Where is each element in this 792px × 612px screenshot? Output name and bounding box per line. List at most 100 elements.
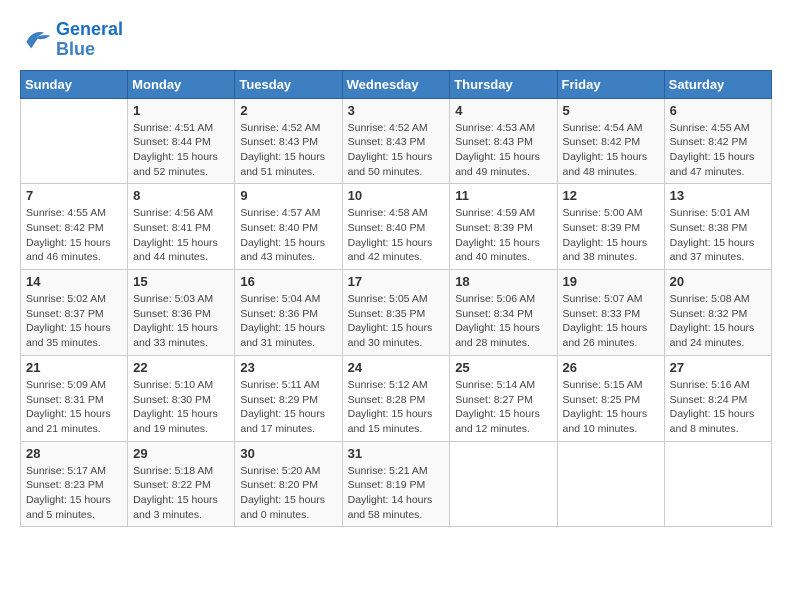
week-row-4: 21 Sunrise: 5:09 AM Sunset: 8:31 PM Dayli…: [21, 355, 772, 441]
col-header-sunday: Sunday: [21, 70, 128, 98]
calendar-cell: 26Sunrise: 5:15 AM Sunset: 8:25 PM Dayli…: [557, 355, 664, 441]
day-info: Sunrise: 5:21 AM Sunset: 8:19 PM Dayligh…: [348, 464, 445, 523]
calendar-cell: 31 Sunrise: 5:21 AM Sunset: 8:19 PM Dayli…: [342, 441, 450, 527]
day-number: 28: [26, 446, 122, 461]
day-info: Sunrise: 5:03 AM Sunset: 8:36 PM Dayligh…: [133, 292, 229, 351]
day-info: Sunrise: 5:01 AM Sunset: 8:38 PM Dayligh…: [670, 206, 766, 265]
day-number: 2: [240, 103, 336, 118]
calendar-cell: 2 Sunrise: 4:52 AM Sunset: 8:43 PM Daylig…: [235, 98, 342, 184]
day-info: Sunrise: 4:55 AM Sunset: 8:42 PM Dayligh…: [670, 121, 766, 180]
col-header-wednesday: Wednesday: [342, 70, 450, 98]
calendar-cell: 25 Sunrise: 5:14 AM Sunset: 8:27 PM Dayli…: [450, 355, 557, 441]
calendar-cell: 30Sunrise: 5:20 AM Sunset: 8:20 PM Dayli…: [235, 441, 342, 527]
calendar-cell: 21 Sunrise: 5:09 AM Sunset: 8:31 PM Dayli…: [21, 355, 128, 441]
calendar-cell: 18 Sunrise: 5:06 AM Sunset: 8:34 PM Dayli…: [450, 270, 557, 356]
day-number: 17: [348, 274, 445, 289]
calendar-cell: 23Sunrise: 5:11 AM Sunset: 8:29 PM Dayli…: [235, 355, 342, 441]
day-info: Sunrise: 4:52 AM Sunset: 8:43 PM Dayligh…: [240, 121, 336, 180]
calendar-cell: 16 Sunrise: 5:04 AM Sunset: 8:36 PM Dayli…: [235, 270, 342, 356]
day-number: 6: [670, 103, 766, 118]
col-header-tuesday: Tuesday: [235, 70, 342, 98]
calendar-cell: 6 Sunrise: 4:55 AM Sunset: 8:42 PM Daylig…: [664, 98, 771, 184]
day-number: 10: [348, 188, 445, 203]
day-number: 20: [670, 274, 766, 289]
day-info: Sunrise: 5:02 AM Sunset: 8:37 PM Dayligh…: [26, 292, 122, 351]
day-number: 27: [670, 360, 766, 375]
day-number: 18: [455, 274, 551, 289]
day-number: 4: [455, 103, 551, 118]
col-header-monday: Monday: [128, 70, 235, 98]
day-number: 21: [26, 360, 122, 375]
day-info: Sunrise: 4:54 AM Sunset: 8:42 PM Dayligh…: [563, 121, 659, 180]
day-number: 15: [133, 274, 229, 289]
calendar-cell: [21, 98, 128, 184]
logo-icon: [20, 26, 52, 54]
logo-text: General Blue: [56, 20, 123, 60]
week-row-1: 1 Sunrise: 4:51 AM Sunset: 8:44 PM Daylig…: [21, 98, 772, 184]
day-number: 16: [240, 274, 336, 289]
calendar-cell: 28 Sunrise: 5:17 AM Sunset: 8:23 PM Dayli…: [21, 441, 128, 527]
day-info: Sunrise: 4:53 AM Sunset: 8:43 PM Dayligh…: [455, 121, 551, 180]
day-info: Sunrise: 5:09 AM Sunset: 8:31 PM Dayligh…: [26, 378, 122, 437]
day-info: Sunrise: 5:06 AM Sunset: 8:34 PM Dayligh…: [455, 292, 551, 351]
calendar-cell: 9 Sunrise: 4:57 AM Sunset: 8:40 PM Daylig…: [235, 184, 342, 270]
day-info: Sunrise: 5:18 AM Sunset: 8:22 PM Dayligh…: [133, 464, 229, 523]
calendar-cell: 4 Sunrise: 4:53 AM Sunset: 8:43 PM Daylig…: [450, 98, 557, 184]
day-info: Sunrise: 5:00 AM Sunset: 8:39 PM Dayligh…: [563, 206, 659, 265]
day-number: 11: [455, 188, 551, 203]
day-info: Sunrise: 5:16 AM Sunset: 8:24 PM Dayligh…: [670, 378, 766, 437]
day-info: Sunrise: 4:51 AM Sunset: 8:44 PM Dayligh…: [133, 121, 229, 180]
calendar-cell: 12Sunrise: 5:00 AM Sunset: 8:39 PM Dayli…: [557, 184, 664, 270]
day-info: Sunrise: 5:04 AM Sunset: 8:36 PM Dayligh…: [240, 292, 336, 351]
day-number: 19: [563, 274, 659, 289]
col-header-thursday: Thursday: [450, 70, 557, 98]
calendar-cell: 1 Sunrise: 4:51 AM Sunset: 8:44 PM Daylig…: [128, 98, 235, 184]
day-info: Sunrise: 4:59 AM Sunset: 8:39 PM Dayligh…: [455, 206, 551, 265]
calendar-cell: 3Sunrise: 4:52 AM Sunset: 8:43 PM Daylig…: [342, 98, 450, 184]
day-number: 13: [670, 188, 766, 203]
calendar-cell: 20 Sunrise: 5:08 AM Sunset: 8:32 PM Dayli…: [664, 270, 771, 356]
calendar-cell: 17Sunrise: 5:05 AM Sunset: 8:35 PM Dayli…: [342, 270, 450, 356]
day-info: Sunrise: 5:12 AM Sunset: 8:28 PM Dayligh…: [348, 378, 445, 437]
page-header: General Blue: [20, 20, 772, 60]
calendar-cell: 27 Sunrise: 5:16 AM Sunset: 8:24 PM Dayli…: [664, 355, 771, 441]
day-info: Sunrise: 5:15 AM Sunset: 8:25 PM Dayligh…: [563, 378, 659, 437]
calendar-cell: 7 Sunrise: 4:55 AM Sunset: 8:42 PM Daylig…: [21, 184, 128, 270]
calendar-header-row: SundayMondayTuesdayWednesdayThursdayFrid…: [21, 70, 772, 98]
day-info: Sunrise: 4:56 AM Sunset: 8:41 PM Dayligh…: [133, 206, 229, 265]
week-row-2: 7 Sunrise: 4:55 AM Sunset: 8:42 PM Daylig…: [21, 184, 772, 270]
calendar-cell: 13 Sunrise: 5:01 AM Sunset: 8:38 PM Dayli…: [664, 184, 771, 270]
day-info: Sunrise: 5:07 AM Sunset: 8:33 PM Dayligh…: [563, 292, 659, 351]
day-number: 3: [348, 103, 445, 118]
day-number: 31: [348, 446, 445, 461]
calendar-cell: 29 Sunrise: 5:18 AM Sunset: 8:22 PM Dayli…: [128, 441, 235, 527]
calendar-cell: [450, 441, 557, 527]
day-info: Sunrise: 5:08 AM Sunset: 8:32 PM Dayligh…: [670, 292, 766, 351]
calendar-cell: 14 Sunrise: 5:02 AM Sunset: 8:37 PM Dayli…: [21, 270, 128, 356]
calendar-cell: [557, 441, 664, 527]
week-row-3: 14 Sunrise: 5:02 AM Sunset: 8:37 PM Dayli…: [21, 270, 772, 356]
day-number: 5: [563, 103, 659, 118]
day-info: Sunrise: 5:11 AM Sunset: 8:29 PM Dayligh…: [240, 378, 336, 437]
calendar-cell: 15 Sunrise: 5:03 AM Sunset: 8:36 PM Dayli…: [128, 270, 235, 356]
logo: General Blue: [20, 20, 123, 60]
col-header-saturday: Saturday: [664, 70, 771, 98]
calendar-table: SundayMondayTuesdayWednesdayThursdayFrid…: [20, 70, 772, 528]
calendar-cell: 8Sunrise: 4:56 AM Sunset: 8:41 PM Daylig…: [128, 184, 235, 270]
day-number: 24: [348, 360, 445, 375]
calendar-cell: 24 Sunrise: 5:12 AM Sunset: 8:28 PM Dayli…: [342, 355, 450, 441]
week-row-5: 28 Sunrise: 5:17 AM Sunset: 8:23 PM Dayli…: [21, 441, 772, 527]
day-info: Sunrise: 4:55 AM Sunset: 8:42 PM Dayligh…: [26, 206, 122, 265]
day-number: 25: [455, 360, 551, 375]
day-number: 9: [240, 188, 336, 203]
day-info: Sunrise: 4:57 AM Sunset: 8:40 PM Dayligh…: [240, 206, 336, 265]
day-number: 14: [26, 274, 122, 289]
day-info: Sunrise: 4:58 AM Sunset: 8:40 PM Dayligh…: [348, 206, 445, 265]
calendar-cell: 10 Sunrise: 4:58 AM Sunset: 8:40 PM Dayli…: [342, 184, 450, 270]
day-info: Sunrise: 5:17 AM Sunset: 8:23 PM Dayligh…: [26, 464, 122, 523]
day-number: 30: [240, 446, 336, 461]
day-info: Sunrise: 5:14 AM Sunset: 8:27 PM Dayligh…: [455, 378, 551, 437]
day-number: 1: [133, 103, 229, 118]
day-number: 7: [26, 188, 122, 203]
day-number: 29: [133, 446, 229, 461]
